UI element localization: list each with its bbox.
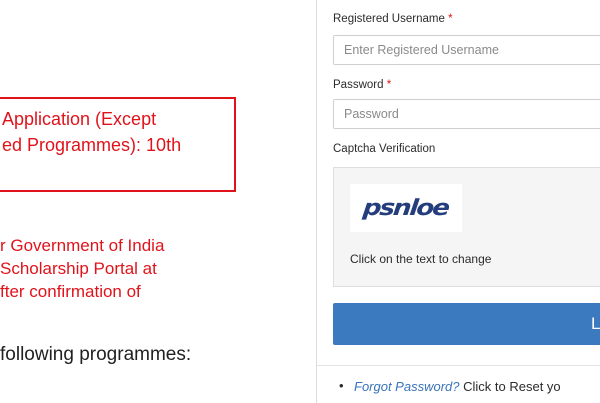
- info-paragraph: r Government of India Scholarship Portal…: [0, 234, 164, 303]
- username-label-text: Registered Username: [333, 13, 445, 25]
- captcha-text: psnloe: [362, 195, 450, 221]
- password-label-text: Password: [333, 79, 384, 91]
- captcha-image[interactable]: psnloe: [350, 184, 462, 232]
- captcha-label: Captcha Verification: [333, 143, 436, 155]
- notice-line-2: ed Programmes): 10th: [2, 135, 182, 155]
- login-panel: Registered Username * Password * Captcha…: [316, 0, 600, 403]
- forgot-password-text: Click to Reset yo: [459, 379, 561, 394]
- password-label: Password *: [333, 79, 391, 91]
- left-content: Application (Except ed Programmes): 10th…: [0, 0, 290, 400]
- info-line-2: Scholarship Portal at: [0, 259, 157, 278]
- username-input[interactable]: [334, 36, 600, 64]
- required-marker: *: [386, 79, 392, 91]
- programmes-line: following programmes:: [0, 344, 192, 365]
- captcha-box: psnloe Click on the text to change: [333, 167, 600, 287]
- password-field-box: [333, 99, 600, 129]
- password-input[interactable]: [334, 100, 600, 128]
- username-field-box: [333, 35, 600, 65]
- login-button[interactable]: L: [333, 303, 600, 345]
- username-label: Registered Username *: [333, 13, 453, 25]
- login-button-label: L: [591, 314, 600, 333]
- bullet-icon: •: [339, 378, 344, 393]
- captcha-hint: Click on the text to change: [350, 252, 492, 266]
- notice-box: Application (Except ed Programmes): 10th: [0, 97, 236, 192]
- info-line-1: r Government of India: [0, 236, 165, 255]
- required-marker: *: [448, 13, 453, 25]
- info-line-3: fter confirmation of: [0, 282, 141, 301]
- notice-line-1: Application (Except: [2, 109, 157, 129]
- divider: [317, 365, 600, 366]
- forgot-password-link[interactable]: Forgot Password?: [354, 379, 460, 394]
